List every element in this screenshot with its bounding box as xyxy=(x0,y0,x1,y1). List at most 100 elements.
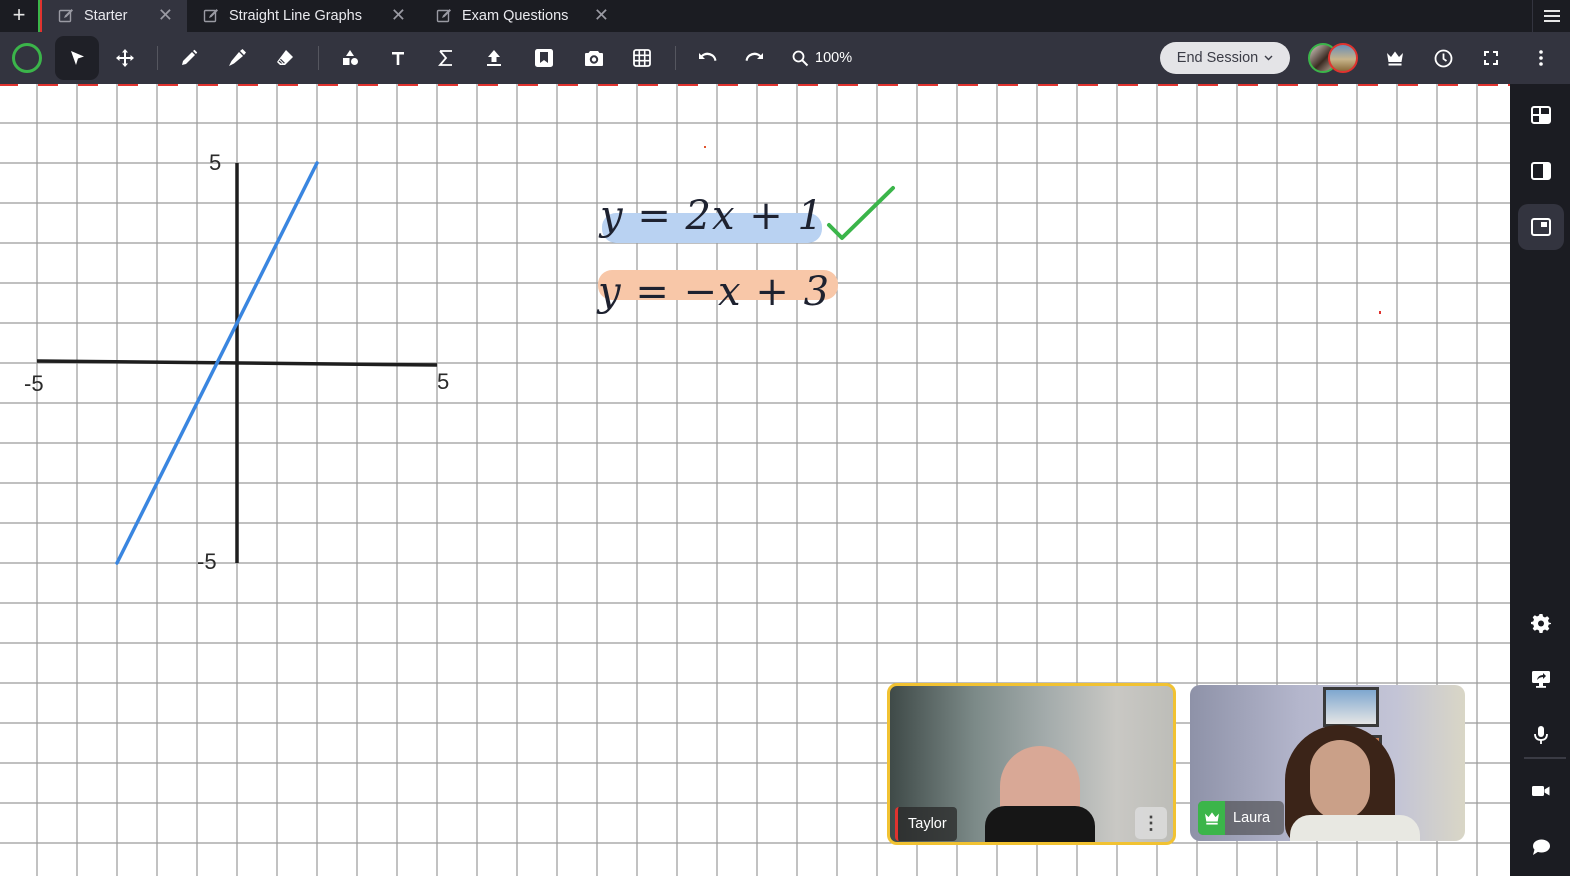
status-circle-icon xyxy=(12,43,42,73)
split-view-button[interactable] xyxy=(1518,148,1564,194)
bookmark-button[interactable] xyxy=(522,36,566,80)
mic-level-bar xyxy=(1524,757,1566,759)
screen-share-icon xyxy=(1532,671,1550,688)
video-feed-person xyxy=(1310,740,1370,820)
video-tile-taylor[interactable]: Taylor ⋮ xyxy=(887,683,1176,845)
layout-grid-icon xyxy=(1531,106,1551,124)
video-feed-picture-frame xyxy=(1323,687,1379,727)
session-timer-button[interactable] xyxy=(1421,36,1465,80)
participant-name: Taylor xyxy=(908,816,947,832)
picture-in-picture-button[interactable] xyxy=(1518,204,1564,250)
y-max-label: 5 xyxy=(209,150,221,175)
close-tab-icon[interactable]: ✕ xyxy=(158,5,173,26)
whiteboard-canvas[interactable]: 5 -5 5 -5 y = 2x + 1 y = −x + 3 Taylor ⋮ xyxy=(0,84,1510,876)
tab-straight-line-graphs[interactable]: Straight Line Graphs ✕ xyxy=(187,0,420,32)
end-session-label: End Session xyxy=(1176,50,1259,66)
shapes-icon xyxy=(343,50,358,65)
add-tab-button[interactable]: + xyxy=(0,0,38,32)
tab-label: Starter xyxy=(84,8,128,24)
eraser-tool-button[interactable] xyxy=(263,36,307,80)
connection-status-button[interactable] xyxy=(5,36,49,80)
stray-ink-dot xyxy=(704,146,706,148)
toolbar: 100% End Session xyxy=(0,32,1570,84)
close-tab-icon[interactable]: ✕ xyxy=(594,5,609,26)
equation-1[interactable]: y = 2x + 1 xyxy=(600,193,824,243)
eraser-icon xyxy=(277,50,293,65)
upload-button[interactable] xyxy=(472,36,516,80)
fullscreen-button[interactable] xyxy=(1469,36,1513,80)
close-tab-icon[interactable]: ✕ xyxy=(391,5,406,26)
redo-icon xyxy=(745,52,763,61)
x-max-label: 5 xyxy=(437,369,449,394)
settings-gear-icon xyxy=(1531,614,1551,633)
more-options-button[interactable] xyxy=(1519,36,1563,80)
pen-icon xyxy=(182,49,198,65)
text-tool-button[interactable] xyxy=(376,36,420,80)
microphone-button[interactable] xyxy=(1518,712,1564,758)
host-badge xyxy=(1198,801,1225,835)
tab-label: Exam Questions xyxy=(462,8,569,24)
end-session-button[interactable]: End Session xyxy=(1160,42,1290,74)
participant-avatar-laura[interactable] xyxy=(1328,43,1358,73)
select-tool-button[interactable] xyxy=(55,36,99,80)
undo-button[interactable] xyxy=(685,36,729,80)
video-feed-clothing xyxy=(1290,815,1420,841)
shapes-tool-button[interactable] xyxy=(328,36,372,80)
video-tile-laura[interactable]: Laura xyxy=(1190,685,1465,841)
text-icon xyxy=(392,52,404,65)
more-vertical-icon: ⋮ xyxy=(1142,812,1160,833)
equation-tool-button[interactable] xyxy=(424,36,468,80)
select-pointer-icon xyxy=(71,51,84,65)
split-view-icon xyxy=(1531,162,1551,180)
page-boundary-dashed-line xyxy=(0,84,1510,86)
x-min-label: -5 xyxy=(24,371,44,396)
equation-sigma-icon xyxy=(438,50,452,66)
chat-button[interactable] xyxy=(1518,824,1564,870)
microphone-icon xyxy=(1534,726,1548,744)
grid-icon xyxy=(633,49,651,67)
move-tool-button[interactable] xyxy=(103,36,147,80)
tab-exam-questions[interactable]: Exam Questions ✕ xyxy=(420,0,623,32)
screenshot-button[interactable] xyxy=(572,36,616,80)
participant-name: Laura xyxy=(1233,810,1271,826)
settings-button[interactable] xyxy=(1518,600,1564,646)
video-camera-button[interactable] xyxy=(1518,768,1564,814)
tab-label: Straight Line Graphs xyxy=(229,8,362,24)
highlighter-tool-button[interactable] xyxy=(215,36,259,80)
layout-grid-button[interactable] xyxy=(1518,92,1564,138)
tab-bar: + Starter ✕ Straight Line Graphs ✕ Exam … xyxy=(0,0,1570,32)
video-menu-button[interactable]: ⋮ xyxy=(1135,807,1167,839)
pen-tool-button[interactable] xyxy=(167,36,211,80)
clock-icon xyxy=(1434,49,1452,67)
video-camera-icon xyxy=(1532,786,1550,796)
picture-in-picture-icon xyxy=(1531,218,1551,236)
participant-name-label: Taylor xyxy=(895,807,957,841)
toolbar-divider xyxy=(318,46,319,70)
y-min-label: -5 xyxy=(197,549,217,574)
grid-toggle-button[interactable] xyxy=(620,36,664,80)
tab-starter[interactable]: Starter ✕ xyxy=(42,0,187,32)
toolbar-divider xyxy=(675,46,676,70)
equation-text: y = 2x + 1 xyxy=(600,193,824,239)
toolbar-divider xyxy=(157,46,158,70)
participant-name-label: Laura xyxy=(1198,801,1285,835)
equation-2[interactable]: y = −x + 3 xyxy=(598,269,838,315)
fullscreen-icon xyxy=(1484,51,1498,65)
redo-button[interactable] xyxy=(733,36,777,80)
chat-icon xyxy=(1533,839,1550,855)
host-controls-button[interactable] xyxy=(1373,36,1417,80)
more-vertical-icon xyxy=(1539,50,1543,66)
screen-share-button[interactable] xyxy=(1518,656,1564,702)
undo-icon xyxy=(699,52,717,61)
hamburger-menu-button[interactable] xyxy=(1532,0,1570,32)
edit-page-icon xyxy=(58,8,74,24)
edit-page-icon xyxy=(436,8,452,24)
hamburger-menu-icon xyxy=(1543,10,1560,22)
zoom-control[interactable]: 100% xyxy=(792,46,852,70)
camera-icon xyxy=(585,51,603,66)
equation-text: y = −x + 3 xyxy=(598,269,831,315)
zoom-magnifier-icon xyxy=(792,50,809,66)
crown-icon xyxy=(1387,51,1403,66)
right-sidebar xyxy=(1510,84,1570,876)
stray-ink-dot xyxy=(1379,311,1381,314)
